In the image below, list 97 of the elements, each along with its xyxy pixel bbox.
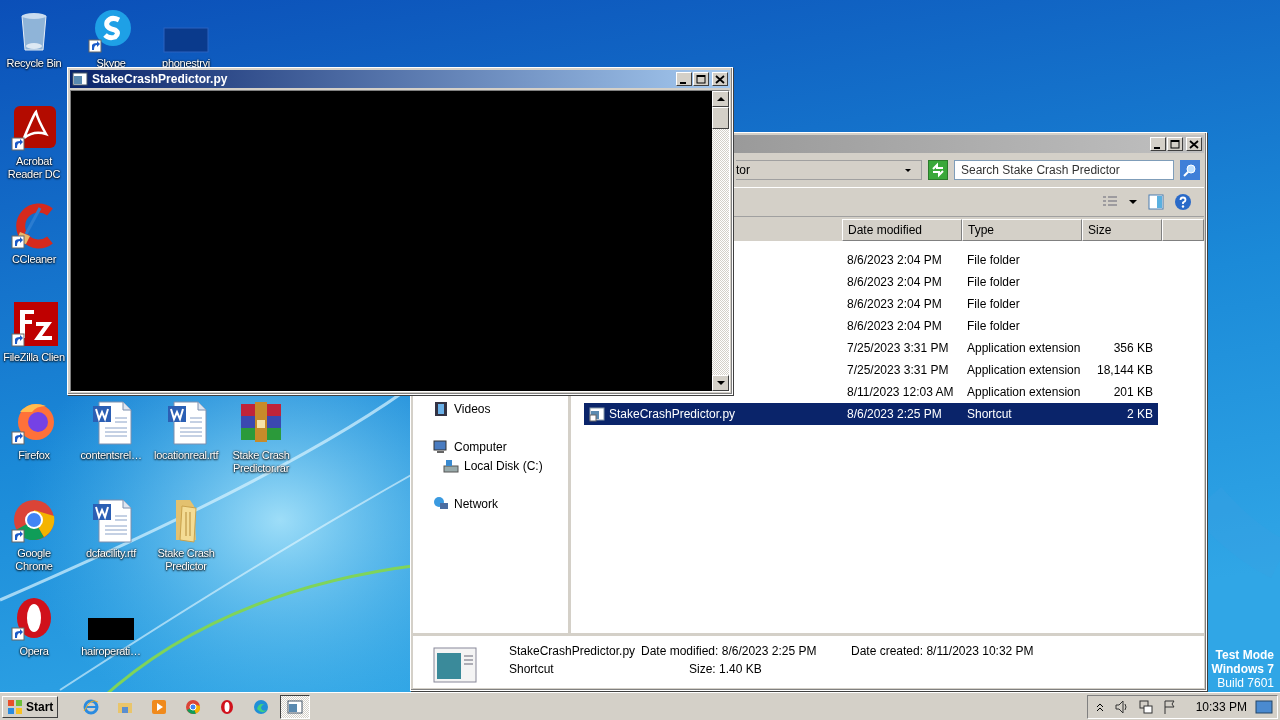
watermark-text: Test Mode: [1215, 648, 1274, 662]
nav-item[interactable]: Network: [413, 494, 568, 513]
taskbar-button[interactable]: [280, 694, 311, 719]
scrollbar[interactable]: [712, 91, 729, 391]
details-field: Date modified: 8/6/2023 2:25 PM: [641, 644, 851, 662]
date-cell-text: 8/6/2023 2:04 PM: [846, 297, 943, 311]
type-cell-text: Application extension: [966, 385, 1082, 399]
computer-icon: [433, 438, 449, 455]
filezilla-icon[interactable]: [10, 300, 58, 348]
shortcut-file-icon: [589, 406, 605, 422]
show-desktop-icon[interactable]: [1255, 697, 1273, 716]
date-cell-text: 8/6/2023 2:04 PM: [846, 253, 943, 267]
desktop-icon-label: CCleaner: [11, 253, 57, 266]
size-cell-text: 201 KB: [1112, 385, 1154, 399]
size-cell-text: 18,144 KB: [1095, 363, 1154, 377]
date-cell-text: 8/11/2023 12:03 AM: [846, 385, 955, 399]
opera-icon[interactable]: [219, 698, 236, 715]
window-title: StakeCrashPredictor.py: [92, 72, 229, 86]
file-row[interactable]: StakeCrashPredictor.py 8/6/2023 2:25 PM Shortcut 2 KB: [584, 403, 1158, 425]
maximize-button[interactable]: [693, 72, 709, 86]
desktop-icon-label: Opera: [19, 645, 49, 658]
desktop-icon-label: Stake Crash Predictor.rar: [231, 449, 291, 475]
desktop-icon-label: FileZilla Clien: [3, 351, 65, 364]
speaker-icon[interactable]: [1113, 698, 1130, 715]
up-arrow-icon: [716, 95, 725, 103]
close-button[interactable]: [712, 72, 728, 86]
nav-item[interactable]: Local Disk (C:): [413, 456, 568, 475]
desktop-icon-label: contentsrel…: [80, 449, 142, 462]
minimize-button[interactable]: [676, 72, 692, 86]
scroll-up-button[interactable]: [712, 91, 729, 107]
minimize-icon: [1154, 146, 1160, 149]
window-icon[interactable]: [287, 698, 304, 715]
type-cell-text: File folder: [966, 275, 1021, 289]
date-cell-text: 8/6/2023 2:04 PM: [846, 319, 943, 333]
refresh-icon[interactable]: [928, 160, 948, 180]
address-text: tor: [736, 163, 750, 177]
date-cell-text: 8/6/2023 2:25 PM: [846, 407, 943, 421]
column-header[interactable]: [1162, 219, 1204, 241]
clock[interactable]: 10:33 PM: [1195, 699, 1247, 714]
film-icon: [433, 400, 449, 417]
network-icon[interactable]: [1137, 698, 1154, 715]
down-arrow-icon: [716, 379, 725, 387]
desktop-icon-label: Stake Crash Predictor: [156, 547, 216, 573]
column-header[interactable]: Type: [962, 219, 1082, 241]
watermark-text: Build 7601: [1217, 676, 1274, 690]
desktop-icon-label: Google Chrome: [14, 547, 54, 573]
size-cell-text: 2 KB: [1126, 407, 1154, 421]
type-cell-text: File folder: [966, 319, 1021, 333]
date-cell-text: 7/25/2023 3:31 PM: [846, 363, 950, 377]
nav-item[interactable]: Computer: [413, 437, 568, 456]
desktop-icon-label: locationreal.rtf: [154, 449, 218, 462]
close-icon: [715, 74, 725, 84]
close-icon: [1189, 139, 1199, 149]
desktop-icon-label: Firefox: [18, 449, 50, 462]
details-field: Size: 1.40 KB: [641, 662, 851, 680]
type-cell-text: Application extension: [966, 363, 1082, 377]
nav-item[interactable]: Videos: [413, 399, 568, 418]
details-file-type: Shortcut: [509, 662, 555, 678]
minimize-icon: [680, 81, 686, 84]
date-cell-text: 8/6/2023 2:04 PM: [846, 275, 943, 289]
scroll-down-button[interactable]: [712, 375, 729, 391]
search-field[interactable]: Search Stake Crash Predictor: [954, 160, 1174, 180]
date-cell-text: 7/25/2023 3:31 PM: [846, 341, 950, 355]
minimize-button[interactable]: [1150, 137, 1166, 151]
network-icon: [433, 495, 449, 512]
type-cell-text: Application extension: [966, 341, 1082, 355]
column-header[interactable]: Date modified: [842, 219, 962, 241]
type-cell-text: Shortcut: [966, 407, 1013, 421]
windows-logo-icon: [7, 698, 23, 715]
details-field: Date created: 8/11/2023 10:32 PM: [851, 644, 1204, 662]
drive-icon: [443, 457, 459, 474]
desktop-icon-label: hairoperati…: [81, 645, 141, 658]
desktop-icon-label: Recycle Bin: [6, 57, 62, 70]
chrome-icon[interactable]: [185, 698, 202, 715]
maximize-icon: [1170, 139, 1180, 149]
scroll-thumb[interactable]: [712, 107, 729, 129]
dropdown-arrow-icon[interactable]: [1128, 197, 1138, 207]
acrobat-icon[interactable]: [10, 104, 58, 152]
search-icon[interactable]: [1180, 160, 1200, 180]
desktop-icon-label: phonestryi: [162, 57, 210, 70]
close-button[interactable]: [1186, 137, 1202, 151]
help-icon[interactable]: [1174, 193, 1192, 211]
start-button[interactable]: Start: [2, 695, 59, 718]
type-cell-text: File folder: [966, 297, 1021, 311]
type-cell-text: File folder: [966, 253, 1021, 267]
window-icon: [72, 71, 88, 87]
details-file-name: StakeCrashPredictor.py: [509, 644, 637, 660]
file-name: StakeCrashPredictor.py: [609, 407, 736, 421]
maximize-icon: [696, 74, 706, 84]
address-bar[interactable]: tor: [736, 160, 922, 180]
watermark-text: Windows 7: [1211, 662, 1274, 676]
maximize-button[interactable]: [1167, 137, 1183, 151]
flag-icon[interactable]: [1161, 698, 1178, 715]
column-header[interactable]: Size: [1082, 219, 1162, 241]
desktop-icon-label: dcfacility.rtf: [86, 547, 136, 560]
desktop-icon-label: Acrobat Reader DC: [6, 155, 62, 181]
size-cell-text: 356 KB: [1112, 341, 1154, 355]
